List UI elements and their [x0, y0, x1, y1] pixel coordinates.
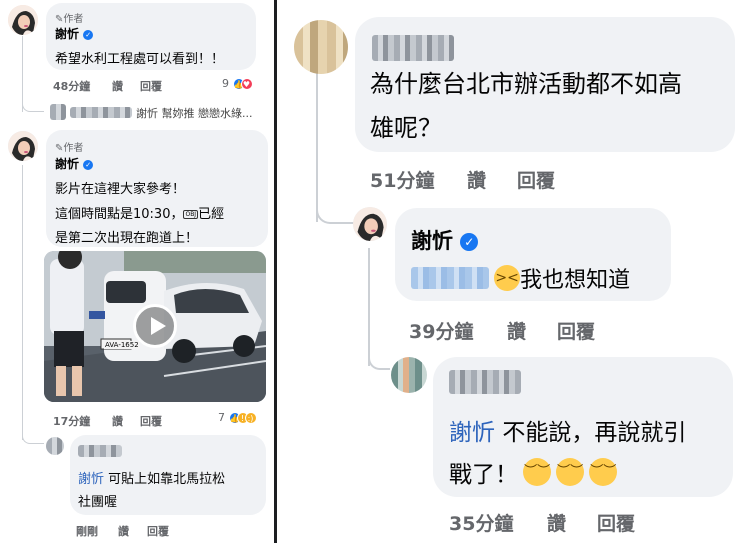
avatar[interactable]	[391, 357, 427, 393]
avatar[interactable]	[8, 5, 38, 35]
author-name[interactable]: 謝忻 ✓	[55, 25, 94, 42]
like-button[interactable]: 讚	[467, 166, 486, 193]
avatar[interactable]	[50, 104, 66, 120]
comment-text: 希望水利工程處可以看到！！	[55, 52, 225, 67]
avatar[interactable]	[46, 437, 64, 455]
love-reaction-icon: ♥	[240, 78, 253, 90]
right-screenshot-panel: 為什麼台北市辦活動都不如高 雄呢？ 51分鐘 讚 回覆 謝忻 ✓ ><我也想知道…	[277, 0, 750, 543]
license-plate: AVA-1652	[104, 341, 140, 349]
pensive-face: ︶︶	[556, 458, 585, 486]
author-name[interactable]: 謝忻 ✓	[411, 225, 479, 255]
video-thumbnail[interactable]: AVA-1652	[44, 251, 266, 402]
comment-text-line: 影片在這裡大家參考！	[55, 182, 186, 197]
reply-button[interactable]: 回覆	[597, 509, 635, 536]
timestamp[interactable]: 48分鐘	[53, 78, 90, 94]
timestamp[interactable]: 剛剛	[76, 523, 98, 539]
comment-text-line: ><我也想知道	[411, 262, 630, 294]
like-button[interactable]: 讚	[507, 317, 526, 344]
thread-line	[22, 165, 23, 440]
timestamp[interactable]: 17分鐘	[53, 413, 90, 429]
left-screenshot-panel: ✎作者 謝忻 ✓ 希望水利工程處可以看到！！ 48分鐘 讚 回覆 9 👍♥ 謝忻…	[0, 0, 274, 543]
verified-badge-icon: ✓	[460, 233, 479, 251]
mention-link[interactable]: 謝忻	[78, 472, 104, 487]
haha-reaction-icon: :)	[244, 412, 257, 424]
comment-text-line: 雄呢？	[370, 114, 442, 142]
timestamp[interactable]: 39分鐘	[409, 317, 473, 344]
reply-button[interactable]: 回覆	[517, 166, 555, 193]
like-button[interactable]: 讚	[112, 78, 123, 94]
comment-text-line: 社團喔	[78, 495, 118, 510]
reaction-summary[interactable]: 7 👍!:)	[218, 411, 257, 424]
pensive-face: ︶︶	[523, 458, 552, 486]
reply-button[interactable]: 回覆	[140, 78, 162, 94]
verified-badge-icon: ✓	[83, 29, 94, 40]
thread-line	[316, 200, 354, 224]
reply-button[interactable]: 回覆	[140, 413, 162, 429]
comment-text-line: 是第二次出現在跑道上！	[55, 231, 199, 246]
blurred-username	[78, 445, 122, 457]
comment-text-line: 這個時間點是10:30， OBJ 已經	[55, 207, 225, 222]
blurred-mention	[411, 267, 489, 289]
play-button[interactable]	[133, 304, 177, 348]
comment-text-line: 戰了！ ︶︶ ︶︶ ︶︶	[449, 455, 618, 489]
thread-line	[22, 428, 44, 444]
blurred-username	[372, 35, 454, 61]
blurred-username	[449, 370, 521, 394]
verified-badge-icon: ✓	[83, 159, 94, 170]
avatar[interactable]	[353, 207, 387, 241]
blurred-username	[70, 107, 132, 118]
author-name[interactable]: 謝忻 ✓	[55, 155, 94, 172]
avatar[interactable]	[294, 20, 348, 74]
reply-preview[interactable]: 謝忻 幫妳推 戀戀水綠...	[136, 105, 252, 121]
reply-button[interactable]: 回覆	[147, 523, 169, 539]
timestamp[interactable]: 35分鐘	[449, 509, 513, 536]
comment-text-line: 為什麼台北市辦活動都不如高	[370, 70, 682, 98]
timestamp[interactable]: 51分鐘	[370, 166, 434, 193]
reply-button[interactable]: 回覆	[557, 317, 595, 344]
play-icon	[151, 317, 166, 335]
like-button[interactable]: 讚	[112, 413, 123, 429]
thread-line	[368, 348, 390, 370]
obj-placeholder-glyph: OBJ	[183, 210, 199, 219]
mention-link[interactable]: 謝忻	[449, 420, 495, 446]
author-tag: ✎作者	[55, 14, 84, 25]
author-tag: ✎作者	[55, 143, 84, 154]
grinning-squinting-face: ><	[494, 265, 521, 291]
comment-text-line: 謝忻 可貼上如靠北馬拉松	[78, 472, 226, 487]
comment-text-line: 謝忻 不能說，再說就引	[449, 420, 687, 446]
reaction-summary[interactable]: 9 👍♥	[222, 77, 253, 90]
like-button[interactable]: 讚	[118, 523, 129, 539]
thread-line	[22, 100, 44, 112]
like-button[interactable]: 讚	[547, 509, 566, 536]
pensive-face: ︶︶	[589, 458, 618, 486]
avatar[interactable]	[8, 131, 38, 161]
